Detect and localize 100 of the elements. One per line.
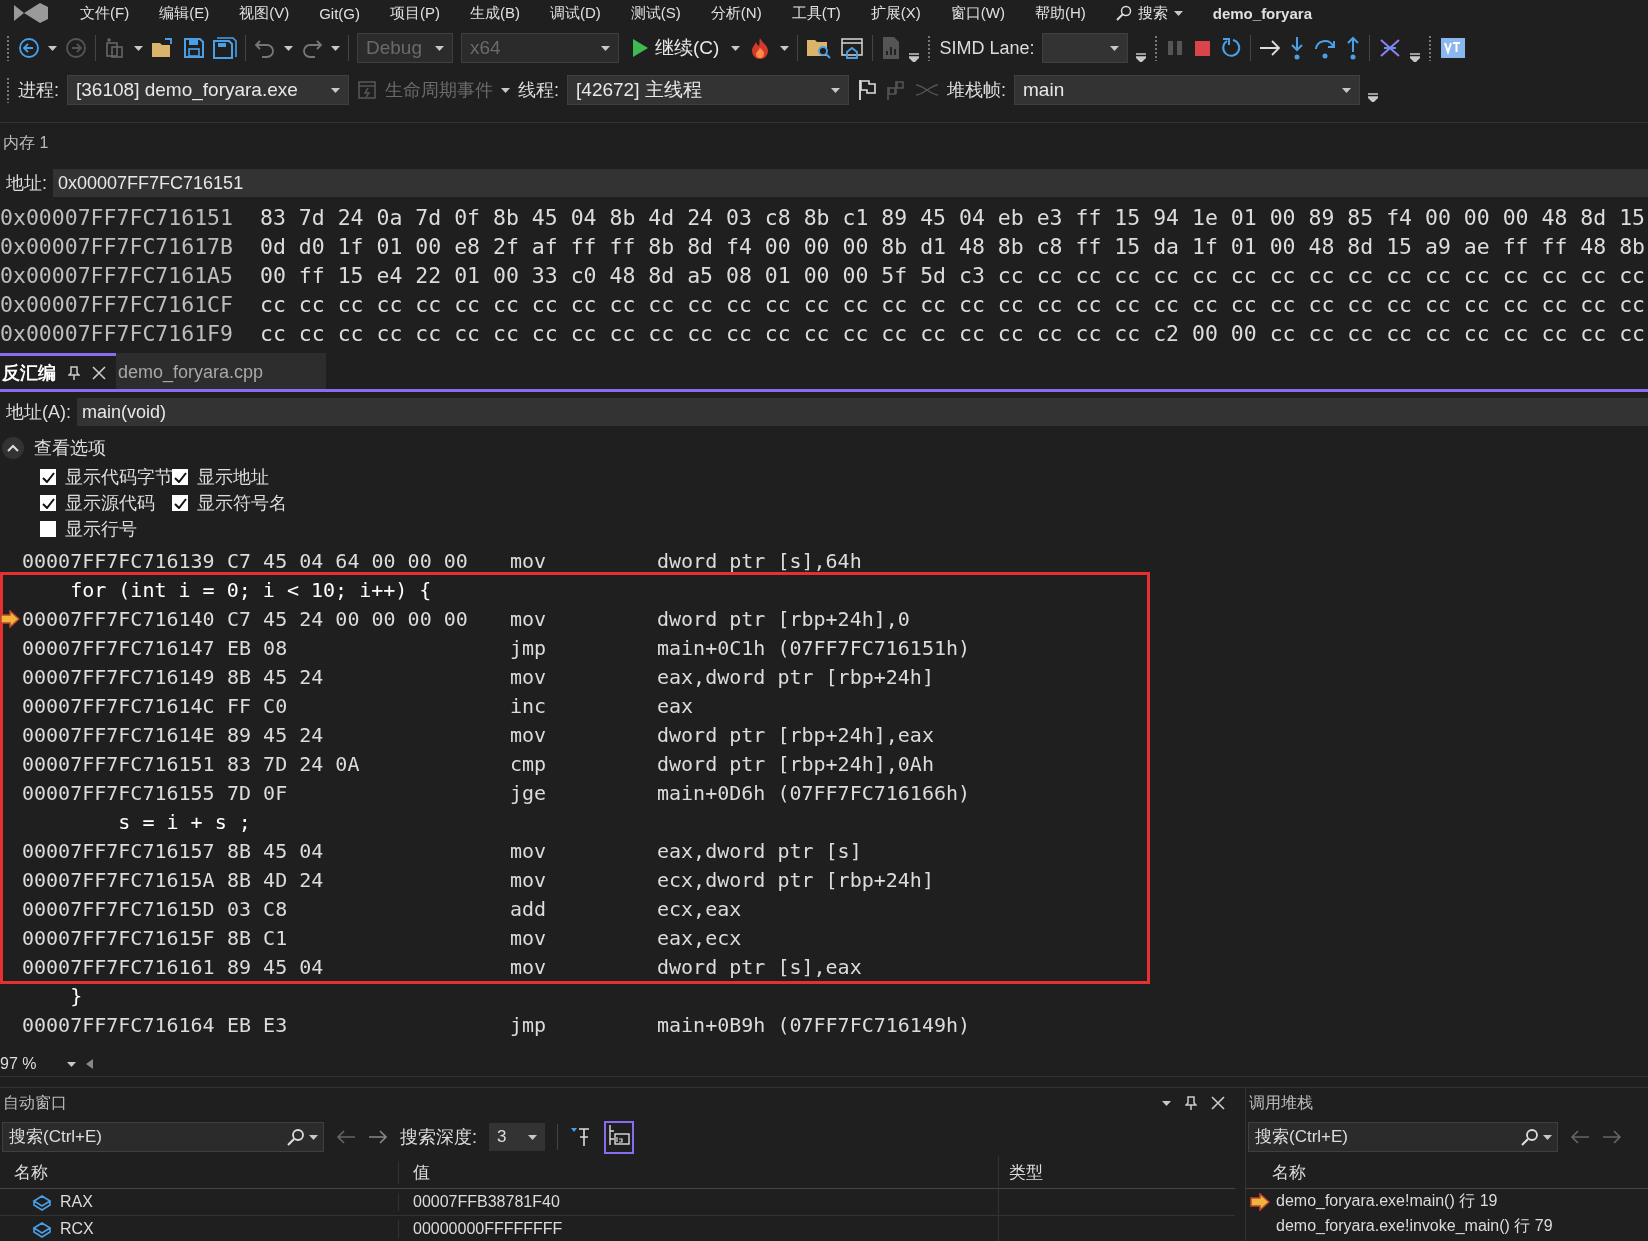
process-dropdown[interactable]: [36108] demo_foryara.exe <box>67 75 349 105</box>
caret-icon[interactable] <box>731 45 741 51</box>
caret-icon[interactable] <box>831 87 841 93</box>
menu-item[interactable]: 测试(S) <box>630 3 681 23</box>
toolbar-grip[interactable] <box>6 35 10 61</box>
search-field[interactable]: 搜索(Ctrl+E) <box>1248 1122 1558 1152</box>
back-icon[interactable] <box>18 37 40 59</box>
save-all-icon[interactable] <box>213 37 237 59</box>
mnemonic: mov <box>510 867 548 892</box>
cube-icon <box>32 1220 52 1238</box>
pin-filter-icon[interactable] <box>570 1126 592 1148</box>
caret-icon[interactable] <box>1173 10 1183 16</box>
checkbox[interactable] <box>172 495 188 511</box>
menu-item[interactable]: 编辑(E) <box>159 3 210 23</box>
checkbox[interactable] <box>40 521 56 537</box>
caret-icon[interactable] <box>309 1134 318 1140</box>
menu-item[interactable]: Git(G) <box>319 4 360 22</box>
column-header[interactable]: 值 <box>398 1160 998 1184</box>
column-header[interactable]: 类型 <box>998 1156 1235 1188</box>
simd-lane-label: SIMD Lane: <box>939 37 1035 59</box>
thread-dropdown[interactable]: [42672] 主线程 <box>567 75 850 105</box>
checkbox[interactable] <box>40 495 56 511</box>
undo-icon[interactable] <box>254 37 276 59</box>
menu-item[interactable]: 窗口(W) <box>950 3 1005 23</box>
menu-item[interactable]: 扩展(X) <box>870 3 921 23</box>
overflow-icon[interactable] <box>909 52 920 62</box>
extension-icon[interactable] <box>1440 36 1467 60</box>
operands: dword ptr [s],64h <box>657 548 862 573</box>
code-bytes: EB E3 <box>227 1012 289 1037</box>
instruction-address: 00007FF7FC71614C <box>22 693 216 718</box>
caret-icon[interactable] <box>1543 1134 1552 1140</box>
menu-item[interactable]: 文件(F) <box>80 3 130 23</box>
dropdown-icon[interactable] <box>1162 1100 1171 1106</box>
flag-icon[interactable] <box>857 79 878 101</box>
stack-frame-dropdown[interactable]: main <box>1014 75 1361 105</box>
caret-icon[interactable] <box>1110 45 1120 51</box>
right-arrow-icon[interactable] <box>1259 39 1282 57</box>
menu-item[interactable]: 分析(N) <box>710 3 762 23</box>
caret-icon[interactable] <box>1342 87 1352 93</box>
search-depth-dropdown[interactable]: 3 <box>489 1123 545 1151</box>
new-item-icon[interactable] <box>104 37 126 59</box>
instruction-address: 00007FF7FC71615A <box>22 867 216 892</box>
menu-item[interactable]: 工具(T) <box>791 3 841 23</box>
menu-item[interactable]: 生成(B) <box>470 3 520 23</box>
address-field[interactable]: main(void) <box>77 398 1648 426</box>
mnemonic: mov <box>510 548 548 573</box>
window-home-icon[interactable] <box>840 36 865 60</box>
zoom-dropdown[interactable]: 97 % <box>0 1055 80 1073</box>
stack-frame[interactable]: demo_foryara.exe!main() 行 19 <box>1276 1191 1498 1212</box>
pin-icon[interactable] <box>1185 1096 1197 1110</box>
caret-icon[interactable] <box>48 45 57 51</box>
forward-arrow-icon[interactable] <box>368 1130 388 1144</box>
menu-item[interactable]: 视图(V) <box>239 3 290 23</box>
save-icon[interactable] <box>183 37 205 59</box>
scroll-left-icon[interactable] <box>86 1059 94 1069</box>
overflow-icon[interactable] <box>1368 92 1379 102</box>
caret-icon[interactable] <box>284 45 293 51</box>
operands: dword ptr [s],eax <box>657 954 862 979</box>
address-field[interactable]: 0x00007FF7FC716151 <box>53 169 1648 197</box>
search-icon[interactable] <box>1115 5 1132 21</box>
continue-button[interactable]: 继续(C) <box>627 33 724 63</box>
operands: main+0B9h (07FF7FC716149h) <box>657 1012 971 1037</box>
caret-icon[interactable] <box>134 45 143 51</box>
step-into-icon[interactable] <box>1289 36 1306 60</box>
column-header[interactable]: 名称 <box>1272 1160 1306 1184</box>
forward-arrow-icon[interactable] <box>1602 1130 1622 1144</box>
tab[interactable]: demo_foryara.cpp <box>116 353 326 389</box>
collapse-button[interactable] <box>2 437 24 459</box>
overflow-icon[interactable] <box>1136 52 1147 62</box>
back-arrow-icon[interactable] <box>1570 1130 1590 1144</box>
view-toggle-button[interactable] <box>604 1120 634 1154</box>
overflow-icon[interactable] <box>1410 52 1421 62</box>
checkbox[interactable] <box>172 469 188 485</box>
caret-icon[interactable] <box>528 1134 537 1140</box>
checkbox[interactable] <box>40 469 56 485</box>
caret-icon[interactable] <box>331 45 340 51</box>
caret-icon[interactable] <box>67 1061 76 1067</box>
menu-item[interactable]: 项目(P) <box>390 3 440 23</box>
caret-icon[interactable] <box>501 87 510 93</box>
caret-icon[interactable] <box>331 87 340 93</box>
caret-icon[interactable] <box>780 45 790 51</box>
search-icon[interactable] <box>1521 1128 1539 1146</box>
search-button[interactable]: 搜索 <box>1137 3 1168 23</box>
close-icon[interactable] <box>1211 1096 1225 1110</box>
menu-item[interactable]: 调试(D) <box>550 3 601 23</box>
operands: eax,ecx <box>657 925 742 950</box>
pin-icon[interactable] <box>68 365 80 380</box>
operands: dword ptr [rbp+24h],eax <box>657 722 934 747</box>
restart-icon[interactable] <box>1220 37 1243 59</box>
column-header[interactable]: 名称 <box>0 1160 398 1184</box>
stop-icon[interactable] <box>1192 38 1213 58</box>
toolbar-grip[interactable] <box>6 77 10 103</box>
redo-icon[interactable] <box>301 37 323 59</box>
close-icon[interactable] <box>92 365 106 380</box>
menu-item[interactable]: 帮助(H) <box>1034 3 1086 23</box>
stack-frame[interactable]: demo_foryara.exe!invoke_main() 行 79 <box>1276 1216 1553 1237</box>
open-folder-icon[interactable] <box>151 37 175 59</box>
search-field[interactable]: 搜索(Ctrl+E) <box>2 1122 324 1152</box>
search-icon[interactable] <box>287 1128 305 1146</box>
back-arrow-icon[interactable] <box>336 1130 356 1144</box>
